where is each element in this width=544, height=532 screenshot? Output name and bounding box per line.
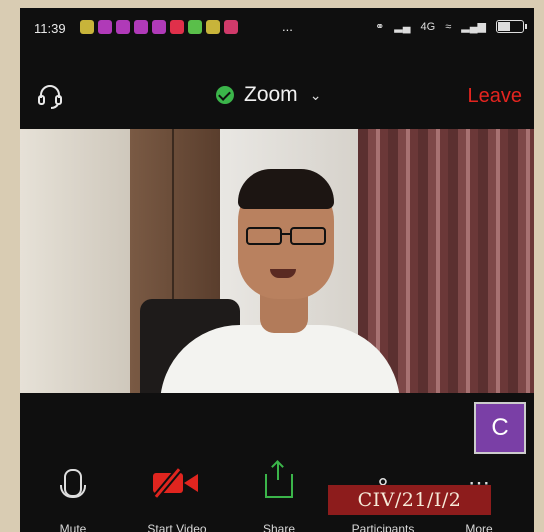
wifi-icon: ≈ bbox=[445, 20, 452, 33]
speaker-hair bbox=[238, 169, 334, 209]
status-time: 11:39 bbox=[34, 21, 66, 36]
battery-fill bbox=[498, 22, 510, 31]
start-video-button[interactable]: Start Video bbox=[132, 460, 222, 532]
notification-overflow: ... bbox=[282, 19, 293, 34]
signal-icon: ▂▄ bbox=[394, 21, 411, 33]
microphone-icon bbox=[60, 469, 86, 498]
notification-icon bbox=[134, 20, 148, 34]
system-icons: ⚭ ▂▄ 4G ≈ ▂▄▆ bbox=[375, 20, 527, 33]
notification-icon bbox=[170, 20, 184, 34]
notification-icon bbox=[224, 20, 238, 34]
speaker-glasses bbox=[246, 227, 326, 245]
background-wall bbox=[20, 129, 130, 393]
notification-icon bbox=[98, 20, 112, 34]
notification-icon bbox=[152, 20, 166, 34]
share-label: Share bbox=[262, 522, 296, 532]
leave-button[interactable]: Leave bbox=[468, 85, 523, 108]
share-button[interactable]: Share bbox=[234, 460, 324, 532]
mute-button[interactable]: Mute bbox=[28, 460, 118, 532]
mute-label: Mute bbox=[59, 522, 87, 532]
meeting-header: Zoom ⌄ Leave bbox=[20, 72, 534, 120]
audio-headset-icon[interactable] bbox=[36, 82, 64, 110]
meeting-title-dropdown[interactable]: Zoom ⌄ bbox=[216, 83, 321, 107]
chevron-down-icon: ⌄ bbox=[309, 86, 322, 103]
headphones-icon: ⚭ bbox=[375, 21, 385, 33]
signal-icon: ▂▄▆ bbox=[461, 21, 486, 33]
video-off-icon bbox=[153, 468, 201, 498]
document-reference-stamp: CIV/21/I/2 bbox=[328, 485, 491, 515]
notification-icon bbox=[206, 20, 220, 34]
secure-shield-icon bbox=[216, 86, 234, 104]
meeting-title: Zoom bbox=[244, 83, 298, 106]
participant-thumbnail[interactable]: C bbox=[474, 402, 526, 454]
notification-icon bbox=[188, 20, 202, 34]
more-label: More bbox=[465, 522, 493, 532]
zoom-meeting-screen: 11:39 ... ⚭ ▂▄ 4G ≈ ▂▄▆ Zoom ⌄ Leave C M… bbox=[20, 8, 534, 532]
background-curtain bbox=[358, 129, 534, 393]
start-video-label: Start Video bbox=[147, 522, 207, 532]
notification-icon bbox=[116, 20, 130, 34]
battery-icon bbox=[496, 20, 527, 33]
network-type: 4G bbox=[420, 20, 436, 33]
notification-icon bbox=[80, 20, 94, 34]
status-bar: 11:39 ... ⚭ ▂▄ 4G ≈ ▂▄▆ bbox=[20, 8, 534, 48]
share-icon bbox=[265, 462, 293, 498]
notification-icons bbox=[80, 20, 238, 36]
active-speaker-video[interactable] bbox=[20, 129, 534, 393]
participants-label: Participants bbox=[351, 522, 415, 532]
